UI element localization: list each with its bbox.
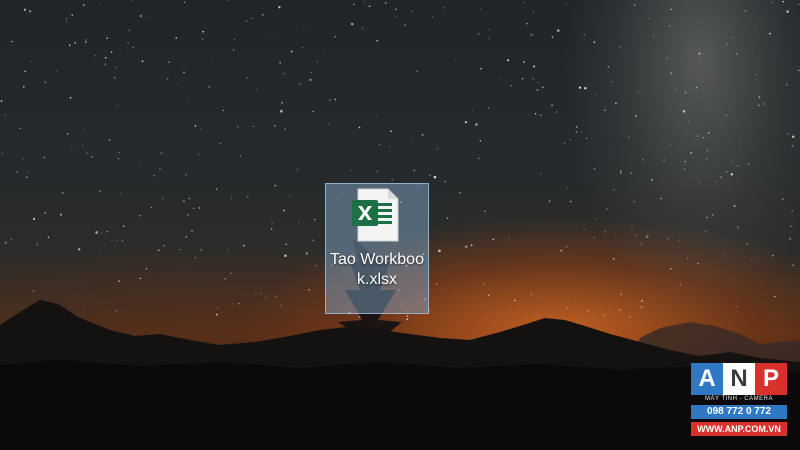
anp-letter-a: A [691, 363, 723, 395]
excel-file-icon [352, 188, 399, 242]
anp-phone: 098 772 0 772 [691, 405, 787, 419]
anp-website: WWW.ANP.COM.VN [691, 422, 787, 436]
anp-tagline: MÁY TÍNH - CAMERA [705, 396, 773, 402]
anp-letter-p: P [755, 363, 787, 395]
anp-letters: A N P [691, 363, 787, 395]
anp-watermark-logo: A N P MÁY TÍNH - CAMERA 098 772 0 772 WW… [691, 363, 787, 439]
anp-letter-n: N [723, 363, 755, 395]
excel-file-desktop-icon[interactable]: Tao Workbook.xlsx [325, 183, 429, 314]
desktop[interactable]: Tao Workbook.xlsx A N P MÁY TÍNH - CAMER… [0, 0, 800, 450]
file-name-label: Tao Workbook.xlsx [330, 251, 424, 288]
